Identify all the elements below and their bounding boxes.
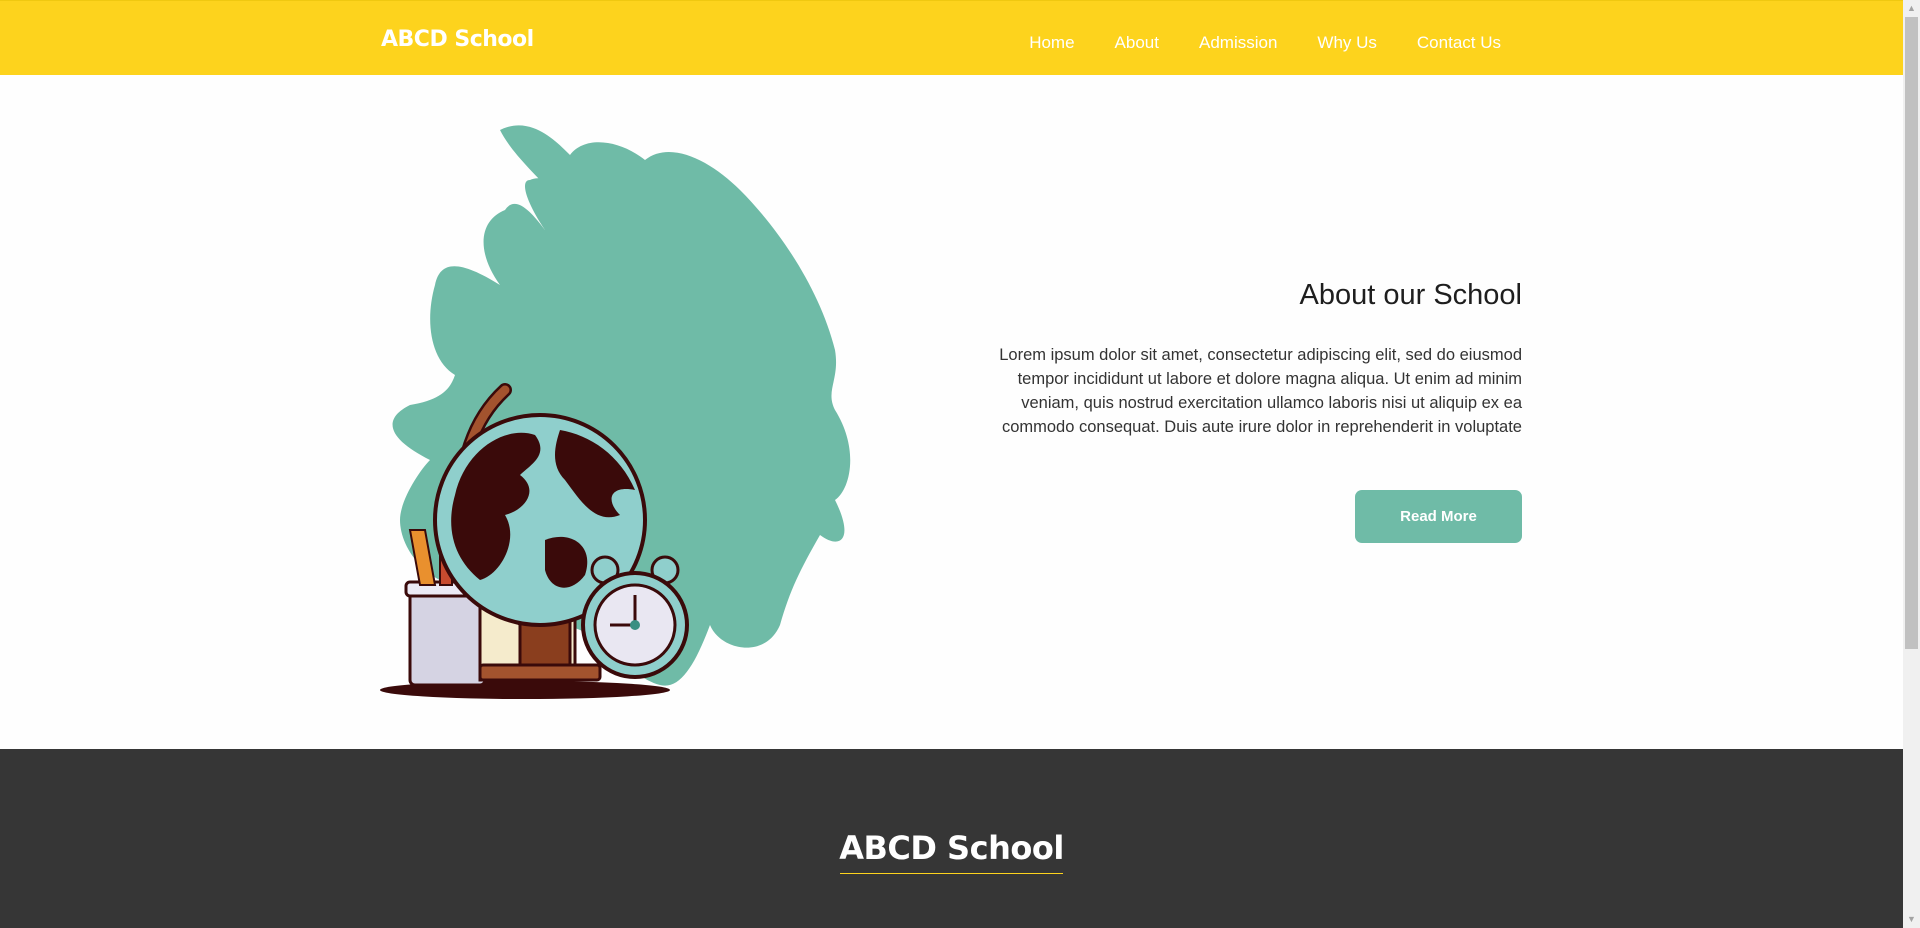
main-nav: Home About Admission Why Us Contact Us xyxy=(989,33,1501,53)
footer: ABCD School xyxy=(0,749,1903,928)
pencil-cup xyxy=(408,588,487,687)
nav-admission[interactable]: Admission xyxy=(1199,33,1277,53)
header: ABCD School Home About Admission Why Us … xyxy=(0,0,1903,75)
about-title: About our School xyxy=(1299,279,1522,311)
scrollbar-thumb[interactable] xyxy=(1905,17,1918,649)
footer-title: ABCD School xyxy=(839,829,1064,867)
nav-home[interactable]: Home xyxy=(1029,33,1074,53)
nav-contact-us[interactable]: Contact Us xyxy=(1417,33,1501,53)
page-scrollbar[interactable]: ▲ ▼ xyxy=(1903,0,1920,928)
nav-about[interactable]: About xyxy=(1115,33,1159,53)
about-text: Lorem ipsum dolor sit amet, consectetur … xyxy=(999,346,1522,436)
globe-illustration xyxy=(380,125,851,699)
site-logo[interactable]: ABCD School xyxy=(381,27,534,52)
nav-why-us[interactable]: Why Us xyxy=(1317,33,1377,53)
scroll-up-arrow-icon[interactable]: ▲ xyxy=(1903,0,1920,17)
footer-title-underline xyxy=(840,873,1063,874)
scroll-down-arrow-icon[interactable]: ▼ xyxy=(1903,911,1920,928)
read-more-button[interactable]: Read More xyxy=(1355,490,1522,543)
